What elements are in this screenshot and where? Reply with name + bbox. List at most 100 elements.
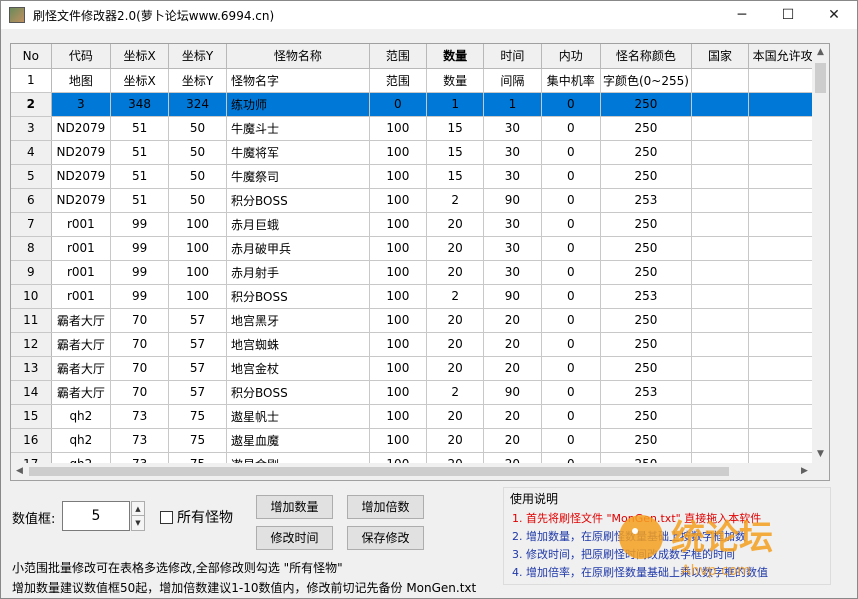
grid-cell[interactable]: r001: [51, 236, 112, 261]
modify-time-button[interactable]: 修改时间: [256, 526, 333, 550]
column-header-row[interactable]: No 代码 坐标X 坐标Y 怪物名称 范围 数量 时间 内功 怪名称颜色 国家 本国允许攻击: [11, 44, 829, 69]
grid-cell[interactable]: [691, 284, 750, 309]
grid-cell[interactable]: 牛魔斗士: [226, 116, 370, 141]
grid-cell[interactable]: 练功师: [226, 92, 370, 117]
row-number-cell[interactable]: 2: [11, 92, 52, 117]
grid-cell[interactable]: 51: [110, 164, 170, 189]
monster-grid[interactable]: No 代码 坐标X 坐标Y 怪物名称 范围 数量 时间 内功 怪名称颜色 国家 本国允许攻击 1 地图 坐标…: [10, 43, 830, 481]
grid-cell[interactable]: 0: [541, 116, 601, 141]
grid-cell[interactable]: 253: [600, 380, 692, 405]
grid-cell[interactable]: 250: [600, 164, 692, 189]
table-row[interactable]: 7 r001 99 100 赤月巨蛾 100 20 30 0 250: [11, 212, 829, 237]
grid-cell[interactable]: r001: [51, 212, 112, 237]
grid-cell[interactable]: 赤月破甲兵: [226, 236, 370, 261]
table-row[interactable]: 13 霸者大厅 70 57 地宫金杖 100 20 20 0 250: [11, 356, 829, 381]
grid-cell[interactable]: 15: [426, 140, 485, 165]
grid-cell[interactable]: 73: [110, 404, 170, 429]
grid-cell[interactable]: [691, 140, 750, 165]
grid-cell[interactable]: 100: [369, 236, 428, 261]
grid-cell[interactable]: 0: [541, 164, 601, 189]
column-header[interactable]: 时间: [483, 44, 542, 69]
grid-cell[interactable]: 20: [426, 260, 485, 285]
value-input[interactable]: 5: [62, 501, 130, 531]
grid-cell[interactable]: 100: [369, 260, 428, 285]
row-number-cell[interactable]: 1: [11, 68, 52, 93]
grid-cell[interactable]: 20: [483, 404, 542, 429]
grid-cell[interactable]: 地宫黑牙: [226, 308, 370, 333]
close-button[interactable]: ✕: [811, 1, 857, 29]
table-row[interactable]: 2 3 348 324 练功师 0 1 1 0 250: [11, 92, 829, 117]
table-row[interactable]: 10 r001 99 100 积分BOSS 100 2 90 0 253: [11, 284, 829, 309]
grid-cell[interactable]: 100: [369, 332, 428, 357]
column-header[interactable]: 怪物名称: [226, 44, 370, 69]
grid-cell[interactable]: 100: [369, 116, 428, 141]
grid-cell[interactable]: 间隔: [483, 68, 542, 93]
grid-cell[interactable]: 99: [110, 284, 170, 309]
column-header[interactable]: 范围: [369, 44, 428, 69]
row-number-cell[interactable]: 14: [11, 380, 52, 405]
grid-cell[interactable]: 20: [483, 332, 542, 357]
grid-cell[interactable]: [691, 332, 750, 357]
grid-cell[interactable]: 51: [110, 140, 170, 165]
grid-cell[interactable]: [691, 212, 750, 237]
grid-cell[interactable]: 20: [426, 356, 485, 381]
column-header[interactable]: 内功: [541, 44, 601, 69]
row-number-cell[interactable]: 7: [11, 212, 52, 237]
grid-cell[interactable]: r001: [51, 284, 112, 309]
table-row[interactable]: 3 ND2079 51 50 牛魔斗士 100 15 30 0 250: [11, 116, 829, 141]
grid-cell[interactable]: ND2079: [51, 164, 112, 189]
grid-cell[interactable]: 积分BOSS: [226, 284, 370, 309]
grid-cell[interactable]: [691, 116, 750, 141]
title-bar[interactable]: 刷怪文件修改器2.0(萝卜论坛www.6994.cn) ─ ☐ ✕: [1, 1, 857, 29]
row-number-cell[interactable]: 10: [11, 284, 52, 309]
grid-cell[interactable]: 70: [110, 380, 170, 405]
grid-cell[interactable]: 100: [369, 428, 428, 453]
add-count-button[interactable]: 增加数量: [256, 495, 333, 519]
grid-cell[interactable]: 30: [483, 236, 542, 261]
grid-cell[interactable]: [691, 164, 750, 189]
row-number-cell[interactable]: 5: [11, 164, 52, 189]
table-row[interactable]: 14 霸者大厅 70 57 积分BOSS 100 2 90 0 253: [11, 380, 829, 405]
grid-cell[interactable]: 51: [110, 116, 170, 141]
grid-cell[interactable]: [691, 380, 750, 405]
checkbox-box[interactable]: [160, 510, 173, 524]
grid-cell[interactable]: 0: [541, 428, 601, 453]
column-header[interactable]: 怪名称颜色: [600, 44, 692, 69]
spin-up-icon[interactable]: ▲: [132, 502, 144, 516]
grid-cell[interactable]: 70: [110, 356, 170, 381]
grid-cell[interactable]: 99: [110, 212, 170, 237]
vertical-scroll-thumb[interactable]: [815, 63, 826, 93]
maximize-button[interactable]: ☐: [765, 1, 811, 29]
grid-cell[interactable]: ND2079: [51, 140, 112, 165]
grid-cell[interactable]: 2: [426, 284, 485, 309]
grid-cell[interactable]: 2: [426, 188, 485, 213]
grid-cell[interactable]: 坐标X: [110, 68, 170, 93]
grid-cell[interactable]: 250: [600, 260, 692, 285]
grid-cell[interactable]: 100: [369, 164, 428, 189]
grid-cell[interactable]: 字颜色(0~255): [600, 68, 692, 93]
grid-cell[interactable]: 30: [483, 212, 542, 237]
add-multiple-button[interactable]: 增加倍数: [347, 495, 424, 519]
grid-cell[interactable]: 0: [541, 332, 601, 357]
grid-cell[interactable]: 50: [168, 116, 228, 141]
grid-cell[interactable]: 20: [426, 332, 485, 357]
grid-cell[interactable]: 0: [541, 140, 601, 165]
scroll-right-icon[interactable]: ▶: [796, 463, 813, 480]
grid-cell[interactable]: 30: [483, 260, 542, 285]
grid-cell[interactable]: [691, 356, 750, 381]
grid-cell[interactable]: 牛魔祭司: [226, 164, 370, 189]
grid-cell[interactable]: 0: [369, 92, 428, 117]
grid-cell[interactable]: 地宫蜘蛛: [226, 332, 370, 357]
grid-cell[interactable]: 90: [483, 380, 542, 405]
grid-cell[interactable]: [691, 404, 750, 429]
grid-cell[interactable]: 20: [483, 428, 542, 453]
grid-cell[interactable]: qh2: [51, 404, 112, 429]
table-row[interactable]: 16 qh2 73 75 遨星血魔 100 20 20 0 250: [11, 428, 829, 453]
grid-cell[interactable]: 15: [426, 116, 485, 141]
grid-cell[interactable]: 数量: [426, 68, 485, 93]
grid-cell[interactable]: 0: [541, 284, 601, 309]
grid-cell[interactable]: 范围: [369, 68, 428, 93]
grid-cell[interactable]: 积分BOSS: [226, 380, 370, 405]
grid-cell[interactable]: [691, 68, 750, 93]
grid-cell[interactable]: 100: [168, 236, 228, 261]
